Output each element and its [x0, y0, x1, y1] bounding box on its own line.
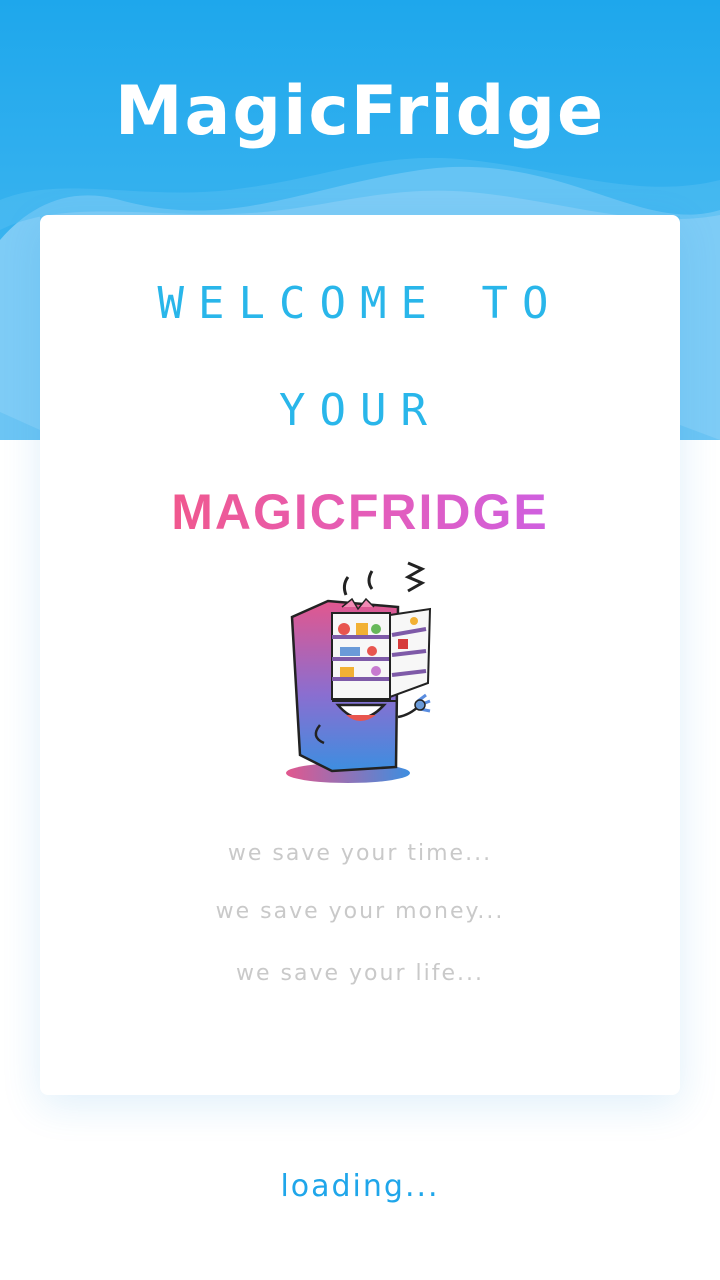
tagline-time: we save your time... — [227, 841, 493, 866]
loading-status: loading... — [280, 1169, 440, 1204]
welcome-heading-line-2: YOUR — [279, 385, 441, 436]
app-title: MagicFridge — [114, 72, 606, 151]
welcome-heading-line-1: WELCOME TO — [157, 278, 563, 329]
tagline-money: we save your money... — [215, 899, 505, 924]
brand-wordmark: MAGICFRIDGE — [40, 487, 680, 537]
splash-screen: MagicFridge WELCOME TO YOUR MAGICFRIDGE — [0, 0, 720, 1280]
welcome-card: WELCOME TO YOUR MAGICFRIDGE we save your… — [40, 215, 680, 1095]
brand-wordmark-text: MAGICFRIDGE — [171, 484, 549, 540]
cartoon-fridge-icon — [286, 561, 432, 783]
tagline-life: we save your life... — [236, 961, 484, 986]
